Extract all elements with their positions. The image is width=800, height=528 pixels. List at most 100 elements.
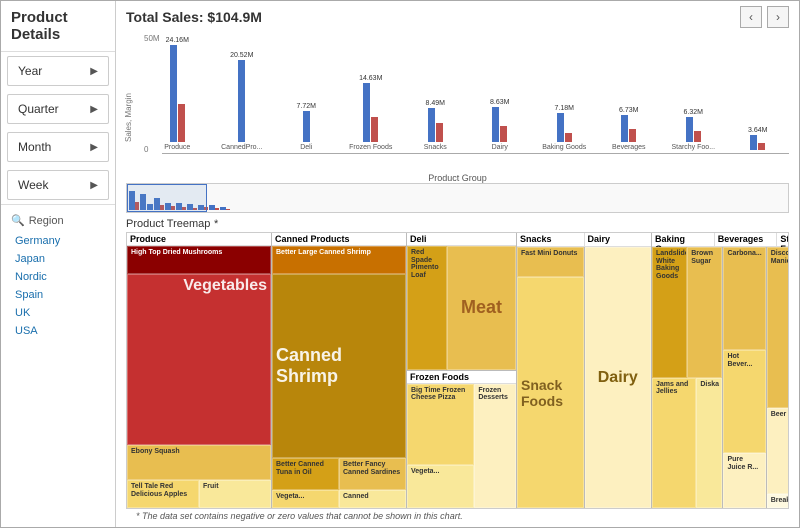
tm-cell[interactable]: Beer and Wine — [767, 408, 789, 494]
bar-x-label: Deli — [275, 144, 338, 152]
region-item-uk[interactable]: UK — [1, 304, 115, 322]
bar-x-label: Beverages — [598, 144, 661, 152]
tm-canned: Canned Products Better Large Canned Shri… — [272, 233, 407, 508]
tm-cell[interactable]: Red Spade Pimento Loaf — [407, 246, 447, 370]
filter-year[interactable]: Year ▶ — [7, 56, 109, 86]
tm-cell[interactable]: Meat — [447, 246, 516, 370]
treemap-asterisk: * — [214, 218, 218, 230]
tm-cell[interactable]: Ebony Squash — [127, 445, 271, 480]
bar-group[interactable]: 7.72M Deli — [275, 103, 338, 152]
region-header: 🔍 Region — [1, 209, 115, 232]
bar-blue — [557, 113, 564, 142]
filter-year-arrow: ▶ — [90, 66, 98, 77]
bar-red — [178, 104, 185, 142]
bar-blue-label: 7.18M — [555, 105, 574, 113]
tm-cell[interactable]: Better Large Canned Shrimp — [272, 246, 406, 274]
tm-cell[interactable]: Jams and Jellies — [652, 378, 696, 509]
tm-cell[interactable]: Tell Tale Red Delicious Apples — [127, 480, 199, 508]
bar-red — [629, 129, 636, 142]
mini-chart-selector[interactable] — [127, 184, 207, 212]
tm-cell[interactable]: Canned — [339, 490, 406, 508]
bar-pair — [340, 83, 403, 142]
bar-group[interactable]: 3.64M — [727, 127, 790, 152]
tm-cell[interactable]: High Top Dried Mushrooms — [127, 246, 271, 274]
bar-group[interactable]: 6.73MBeverages — [598, 107, 661, 152]
filter-month-arrow: ▶ — [90, 142, 98, 153]
tm-beverages-header: Beverages — [715, 233, 778, 246]
bar-group[interactable]: 24.16MProduce — [146, 37, 209, 152]
region-header-label: Region — [29, 215, 64, 227]
tm-cell[interactable]: Pure Juice R... — [723, 453, 765, 508]
bar-blue-label: 14.63M — [359, 75, 382, 83]
tm-cell[interactable]: Breakfast Foods — [767, 494, 789, 508]
filter-year-label: Year — [18, 64, 42, 78]
filter-week-arrow: ▶ — [90, 180, 98, 191]
region-item-japan[interactable]: Japan — [1, 250, 115, 268]
filter-week[interactable]: Week ▶ — [7, 170, 109, 200]
bar-red — [565, 133, 572, 142]
tm-cell[interactable]: Diska — [696, 378, 722, 509]
region-item-germany[interactable]: Germany — [1, 232, 115, 250]
bar-blue — [492, 107, 499, 142]
bars-container: 24.16MProduce 20.52M CannedPro... 7.72M Deli… — [146, 32, 789, 152]
tm-cell[interactable]: Landslide White Baking Goods — [652, 247, 687, 378]
next-button[interactable]: › — [767, 6, 789, 28]
x-axis-line — [162, 153, 789, 154]
filter-month[interactable]: Month ▶ — [7, 132, 109, 162]
tm-cell[interactable]: Fast Mini Donuts — [517, 247, 584, 277]
tm-cell[interactable]: Hot Bever... — [723, 350, 765, 453]
filter-quarter[interactable]: Quarter ▶ — [7, 94, 109, 124]
bar-blue-label: 7.72M — [297, 103, 316, 111]
filter-month-label: Month — [18, 140, 51, 154]
bar-x-label: Snacks — [404, 144, 467, 152]
tm-cell[interactable]: Canned Shrimp — [272, 274, 406, 458]
bar-x-label: CannedPro... — [211, 144, 274, 152]
prev-button[interactable]: ‹ — [740, 6, 762, 28]
bar-blue — [621, 115, 628, 142]
x-axis-label: Product Group — [126, 173, 789, 183]
y-axis-label: Sales, Margin — [124, 42, 133, 142]
bar-group[interactable]: 20.52M CannedPro... — [211, 52, 274, 152]
bar-red — [371, 117, 378, 142]
region-item-usa[interactable]: USA — [1, 322, 115, 340]
tm-cell[interactable]: Snack Foods — [517, 277, 584, 508]
tm-snacks-dairy: Snacks Dairy Fast Mini Donuts Snack Food… — [517, 233, 652, 508]
tm-cell[interactable]: Frozen Desserts — [474, 384, 516, 509]
bar-blue — [363, 83, 370, 142]
tm-cell[interactable]: Vegeta... — [407, 465, 474, 509]
filter-group: Year ▶ Quarter ▶ Month ▶ Week ▶ — [1, 52, 115, 205]
chart-note: * The data set contains negative or zero… — [126, 509, 789, 523]
bar-group[interactable]: 6.32MStarchy Foo... — [662, 109, 725, 152]
tm-baking-header: Baking Goo... — [652, 233, 715, 246]
bar-pair — [598, 115, 661, 142]
bar-blue-label: 3.64M — [748, 127, 767, 135]
bar-group[interactable]: 8.63MDairy — [469, 99, 532, 152]
mini-chart[interactable] — [126, 183, 789, 213]
tm-cell[interactable]: Vegeta... — [272, 490, 339, 508]
region-item-spain[interactable]: Spain — [1, 286, 115, 304]
bar-red — [500, 126, 507, 142]
tm-right-section: Baking Goo... Beverages Starchy Foods La… — [652, 233, 789, 508]
bar-x-label: Produce — [146, 144, 209, 152]
bar-group[interactable]: 14.63M Frozen Foods — [340, 75, 403, 152]
tm-cell[interactable]: Discover Manicotti — [767, 247, 789, 408]
tm-cell[interactable]: Fruit — [199, 480, 271, 508]
region-item-nordic[interactable]: Nordic — [1, 268, 115, 286]
bar-blue-label: 20.52M — [230, 52, 253, 60]
bar-pair — [211, 60, 274, 142]
bar-red — [758, 143, 765, 150]
tm-cell[interactable]: Brown Sugar — [687, 247, 722, 378]
bar-x-label: Frozen Foods — [340, 144, 403, 152]
tm-cell[interactable]: Better Fancy Canned Sardines — [339, 458, 406, 490]
tm-cell[interactable]: Big Time Frozen Cheese Pizza — [407, 384, 474, 465]
mini-bar-group — [209, 205, 219, 210]
tm-cell[interactable]: Carbona... — [723, 247, 765, 350]
bar-group[interactable]: 7.18MBaking Goods — [533, 105, 596, 152]
bar-x-label: Dairy — [469, 144, 532, 152]
bar-group[interactable]: 8.49MSnacks — [404, 100, 467, 152]
tm-cell[interactable]: Better Canned Tuna in Oil — [272, 458, 339, 490]
treemap-body: Produce High Top Dried Mushrooms Vegetab… — [126, 232, 789, 509]
tm-cell[interactable]: Dairy — [585, 247, 652, 508]
tm-cell[interactable]: Vegetables — [127, 274, 271, 445]
filter-quarter-label: Quarter — [18, 102, 59, 116]
